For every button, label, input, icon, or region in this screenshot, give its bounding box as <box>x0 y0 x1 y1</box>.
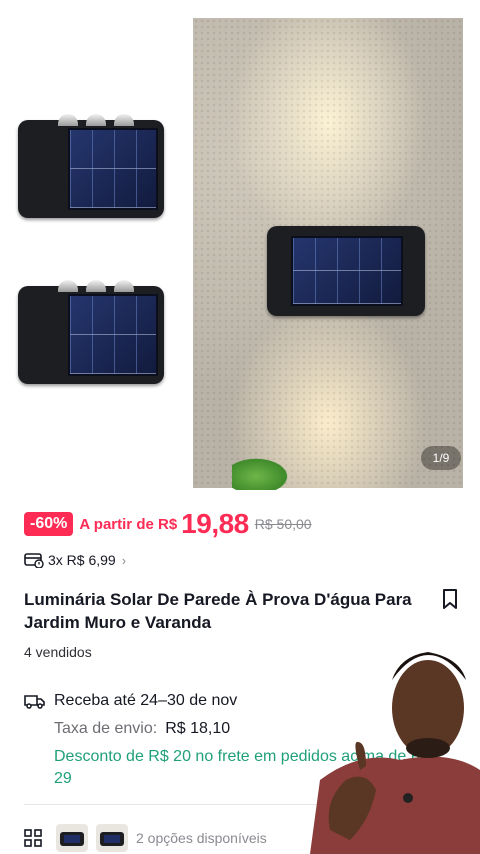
lamp-side-view <box>18 280 164 384</box>
variant-thumbnail[interactable] <box>96 824 128 852</box>
grid-icon <box>24 829 42 847</box>
image-counter: 1/9 <box>421 446 461 470</box>
price-from-label: A partir de R$ <box>79 515 178 533</box>
shipping-fee: Taxa de envio: R$ 18,10 <box>54 720 230 738</box>
plant-decoration <box>232 456 292 490</box>
presenter-video-overlay <box>310 652 480 854</box>
shipping-row[interactable]: Receba até 24–30 de nov <box>24 692 237 710</box>
installments-row[interactable]: 3x R$ 6,99 › <box>24 552 126 568</box>
sold-count: 4 vendidos <box>24 644 92 660</box>
bookmark-icon[interactable] <box>440 588 460 610</box>
chevron-right-icon: › <box>121 552 127 568</box>
lamp-top-view <box>18 114 164 218</box>
discount-badge: -60% <box>24 512 74 536</box>
variant-summary: 2 opções disponíveis <box>136 830 267 846</box>
product-image-gallery[interactable]: 1/9 <box>0 0 480 490</box>
credit-card-icon <box>24 553 44 568</box>
shipping-fee-value: R$ 18,10 <box>165 720 231 737</box>
product-title: Luminária Solar De Parede À Prova D'água… <box>24 590 412 632</box>
variant-thumbnail[interactable] <box>56 824 88 852</box>
current-price: 19,88 <box>181 508 249 539</box>
variant-options-row[interactable]: 2 opções disponíveis <box>24 824 267 852</box>
delivery-estimate: Receba até 24–30 de nov <box>54 692 238 709</box>
delivery-truck-icon <box>24 695 45 709</box>
wall-lamp-main <box>267 226 425 316</box>
shipping-fee-label: Taxa de envio: <box>54 720 158 737</box>
price-row: -60% A partir de R$ 19,88 R$ 50,00 <box>24 508 312 540</box>
installments-text: 3x R$ 6,99 <box>48 552 116 568</box>
original-price: R$ 50,00 <box>254 516 312 532</box>
